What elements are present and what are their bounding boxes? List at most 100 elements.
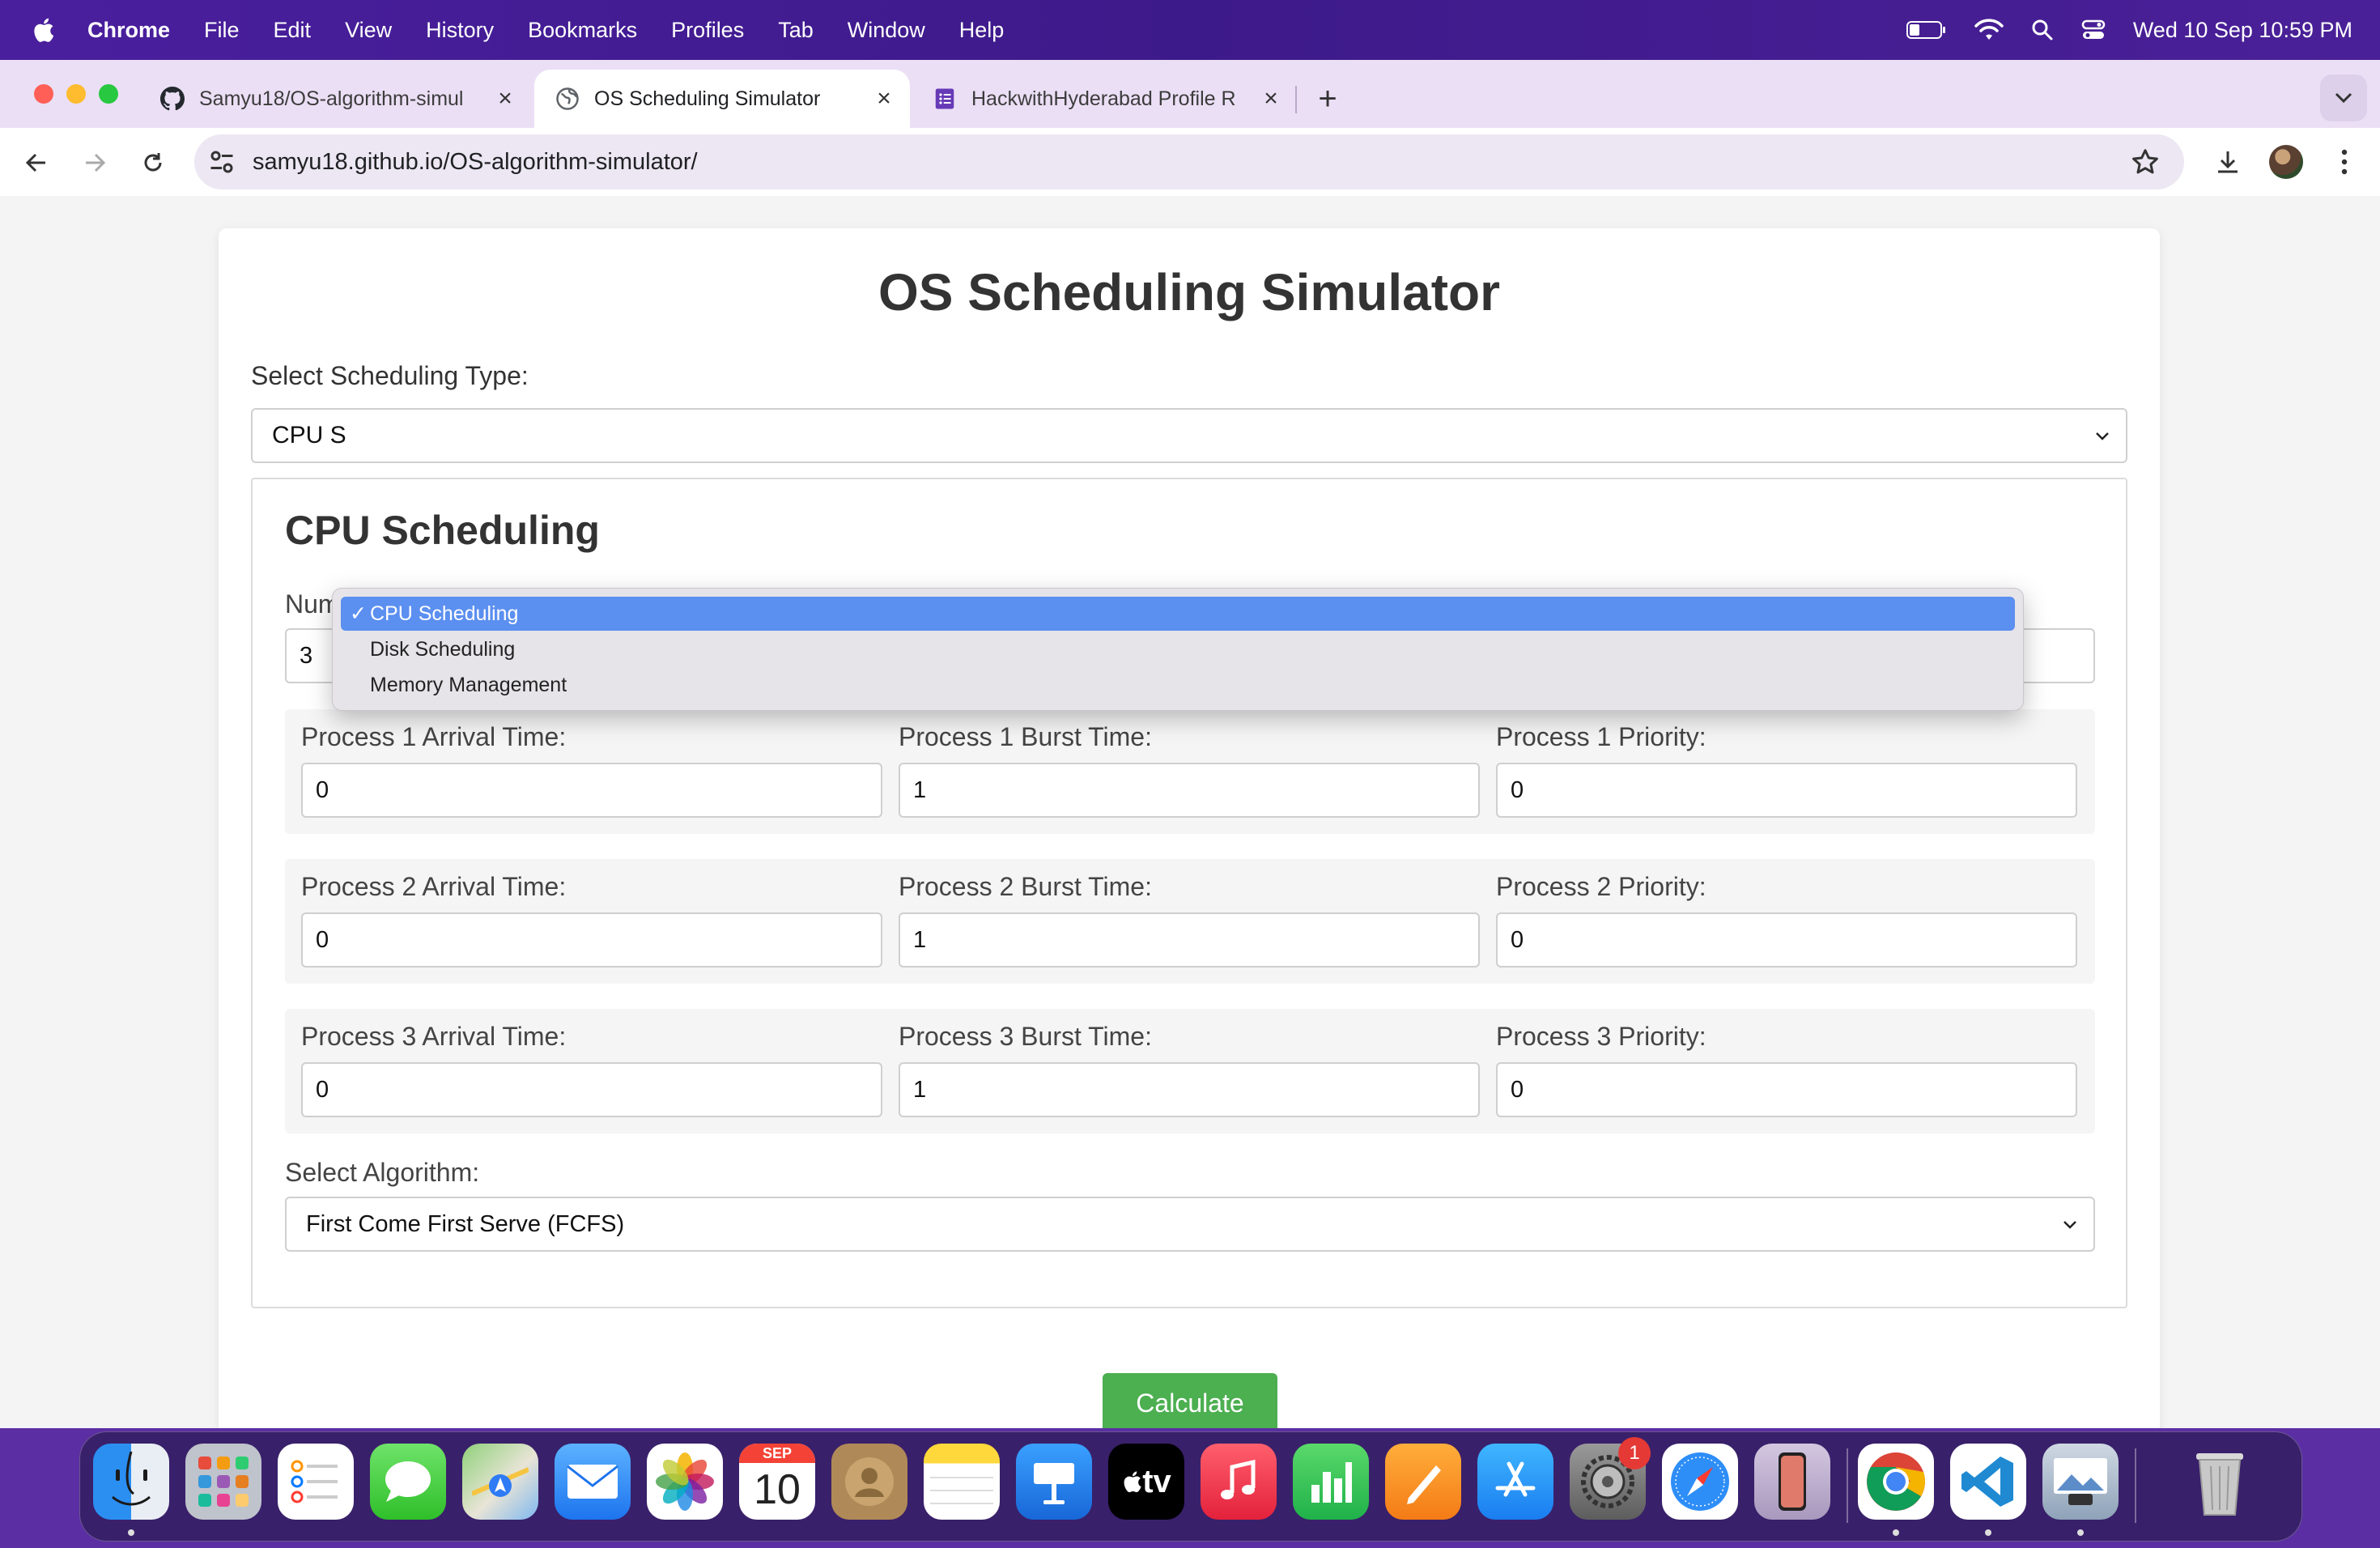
menu-window[interactable]: Window <box>848 18 925 43</box>
window-zoom-button[interactable] <box>99 84 118 104</box>
menu-tab[interactable]: Tab <box>778 18 814 43</box>
preview-icon[interactable] <box>2042 1444 2119 1520</box>
numbers-icon[interactable] <box>1293 1444 1369 1520</box>
app-store-icon[interactable] <box>1477 1444 1553 1520</box>
apple-tv-icon[interactable]: tv <box>1108 1444 1184 1520</box>
contacts-icon[interactable] <box>831 1444 907 1520</box>
tab-close-icon[interactable]: × <box>491 84 520 113</box>
tab-hackwithhyderabad[interactable]: HackwithHyderabad Profile R × <box>912 70 1297 128</box>
tab-close-icon[interactable]: × <box>869 84 899 113</box>
menu-file[interactable]: File <box>204 18 240 43</box>
arrival-time-input[interactable]: 0 <box>301 912 882 968</box>
reminders-icon[interactable] <box>278 1444 354 1520</box>
app-store-a-icon <box>1495 1461 1536 1497</box>
running-indicator <box>1893 1529 1899 1536</box>
chrome-menu-button[interactable] <box>2323 141 2365 183</box>
spotlight-search-icon[interactable] <box>2031 19 2054 41</box>
menu-edit[interactable]: Edit <box>274 18 312 43</box>
pages-icon[interactable] <box>1385 1444 1461 1520</box>
phone-icon <box>1779 1452 1806 1511</box>
site-settings-icon[interactable] <box>207 147 236 176</box>
arrival-time-input[interactable]: 0 <box>301 763 882 818</box>
messages-icon[interactable] <box>370 1444 446 1520</box>
page-title: OS Scheduling Simulator <box>878 263 1501 321</box>
bookmark-star-icon[interactable] <box>2131 147 2160 176</box>
running-indicator <box>128 1529 134 1536</box>
arrival-time-label: Process 1 Arrival Time: <box>301 722 567 751</box>
tab-search-button[interactable] <box>2320 74 2367 121</box>
iphone-mirroring-icon[interactable] <box>1754 1444 1830 1520</box>
menu-history[interactable]: History <box>426 18 494 43</box>
priority-input[interactable]: 0 <box>1496 912 2077 968</box>
calculate-button[interactable]: Calculate <box>1103 1373 1277 1428</box>
priority-input[interactable]: 0 <box>1496 1062 2077 1117</box>
mail-icon[interactable] <box>555 1444 631 1520</box>
wifi-icon[interactable] <box>1974 19 2004 41</box>
vscode-icon[interactable] <box>1950 1444 2026 1520</box>
dropdown-option-memory[interactable]: Memory Management <box>341 668 2015 702</box>
launchpad-icon[interactable] <box>185 1444 261 1520</box>
more-vertical-icon <box>2341 149 2348 175</box>
process-row: Process 3 Arrival Time: 0 Process 3 Burs… <box>285 1009 2095 1133</box>
apple-logo-icon[interactable] <box>31 16 55 44</box>
tab-strip: Samyu18/OS-algorithm-simul × OS Scheduli… <box>0 60 2380 128</box>
tab-title: HackwithHyderabad Profile R <box>971 87 1236 110</box>
apple-logo-icon <box>1124 1471 1141 1493</box>
window-minimize-button[interactable] <box>66 84 86 104</box>
tab-close-icon[interactable]: × <box>1256 84 1286 113</box>
vscode-logo-icon <box>1961 1457 2013 1507</box>
menu-app-name[interactable]: Chrome <box>87 18 170 43</box>
tab-github[interactable]: Samyu18/OS-algorithm-simul × <box>139 70 531 128</box>
browser-window: Samyu18/OS-algorithm-simul × OS Scheduli… <box>0 60 2380 1428</box>
menu-bookmarks[interactable]: Bookmarks <box>528 18 637 43</box>
algorithm-label: Select Algorithm: <box>285 1158 480 1187</box>
tab-os-simulator[interactable]: OS Scheduling Simulator × <box>534 70 910 128</box>
battery-icon[interactable] <box>1906 20 1947 40</box>
finder-icon[interactable] <box>93 1444 169 1520</box>
scheduling-type-select[interactable]: CPU S <box>251 408 2127 463</box>
keynote-icon[interactable] <box>1016 1444 1092 1520</box>
dock-separator <box>2135 1448 2136 1523</box>
arrival-time-input[interactable]: 0 <box>301 1062 882 1117</box>
burst-time-input[interactable]: 1 <box>899 1062 1480 1117</box>
music-icon[interactable] <box>1201 1444 1277 1520</box>
new-tab-button[interactable]: + <box>1307 78 1349 120</box>
notification-badge: 1 <box>1618 1437 1651 1469</box>
burst-time-input[interactable]: 1 <box>899 912 1480 968</box>
photos-icon[interactable] <box>647 1444 723 1520</box>
control-center-icon[interactable] <box>2081 19 2106 41</box>
burst-time-input[interactable]: 1 <box>899 763 1480 818</box>
safari-icon[interactable] <box>1662 1444 1738 1520</box>
scheduling-type-dropdown: ✓ CPU Scheduling Disk Scheduling Memory … <box>332 588 2024 711</box>
profile-button[interactable] <box>2265 141 2307 183</box>
downloads-button[interactable] <box>2207 141 2249 183</box>
menu-help[interactable]: Help <box>959 18 1005 43</box>
priority-input[interactable]: 0 <box>1496 763 2077 818</box>
menu-bar-clock[interactable]: Wed 10 Sep 10:59 PM <box>2133 18 2352 43</box>
dropdown-option-cpu[interactable]: ✓ CPU Scheduling <box>341 597 2015 631</box>
back-button[interactable] <box>16 142 57 183</box>
process-row: Process 2 Arrival Time: 0 Process 2 Burs… <box>285 859 2095 984</box>
notes-icon[interactable] <box>924 1444 1000 1520</box>
compass-icon <box>1671 1452 1729 1511</box>
arrival-time-label: Process 2 Arrival Time: <box>301 872 567 901</box>
tab-title: Samyu18/OS-algorithm-simul <box>199 87 464 110</box>
address-bar[interactable]: samyu18.github.io/OS-algorithm-simulator… <box>194 134 2184 189</box>
running-indicator <box>2077 1529 2084 1536</box>
window-close-button[interactable] <box>34 84 53 104</box>
option-label: CPU Scheduling <box>370 602 519 625</box>
menu-view[interactable]: View <box>345 18 392 43</box>
trash-icon[interactable] <box>2182 1444 2258 1520</box>
calendar-icon[interactable]: SEP 10 <box>739 1444 815 1520</box>
menu-profiles[interactable]: Profiles <box>671 18 744 43</box>
reminders-list-icon <box>291 1460 338 1503</box>
dropdown-option-disk[interactable]: Disk Scheduling <box>341 632 2015 666</box>
algorithm-select[interactable]: First Come First Serve (FCFS) <box>285 1197 2095 1252</box>
notes-lines-icon <box>930 1477 993 1504</box>
maps-icon[interactable] <box>462 1444 538 1520</box>
forward-button[interactable] <box>74 142 115 183</box>
url-text[interactable]: samyu18.github.io/OS-algorithm-simulator… <box>253 149 698 176</box>
reload-button[interactable] <box>133 142 173 183</box>
priority-label: Process 2 Priority: <box>1496 872 1706 901</box>
chrome-icon[interactable] <box>1858 1444 1934 1520</box>
